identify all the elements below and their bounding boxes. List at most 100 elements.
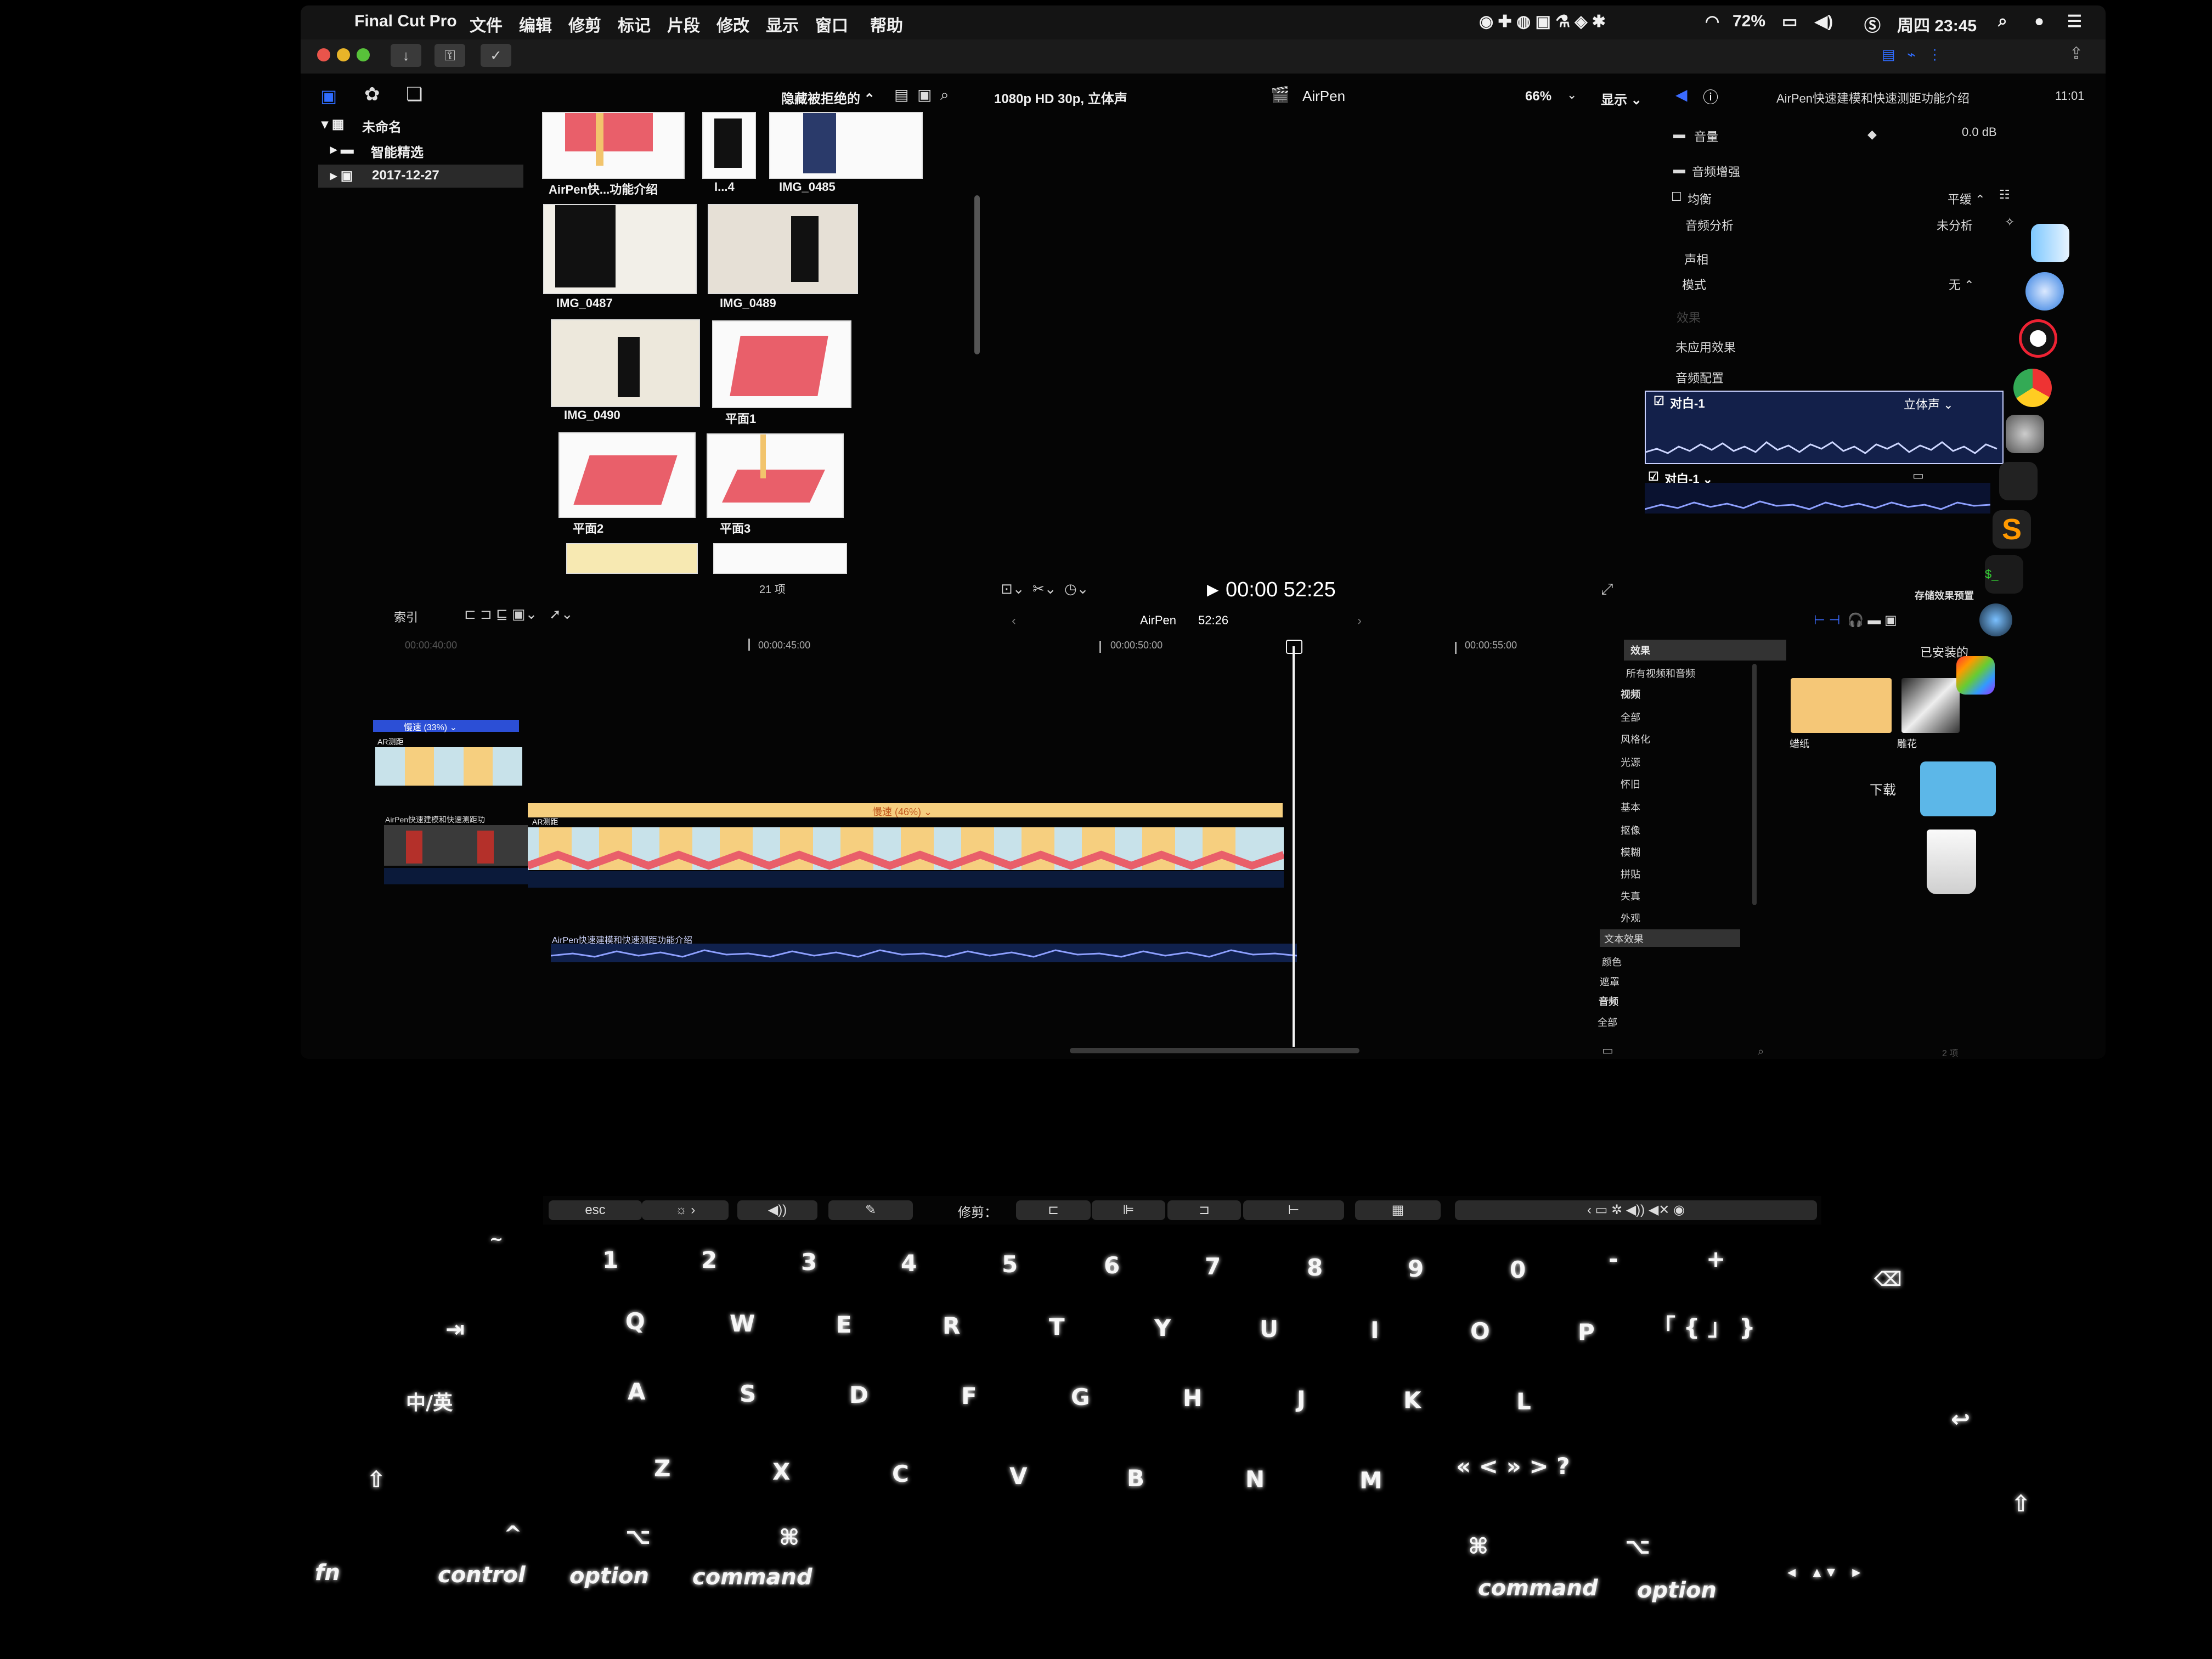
mode-value[interactable]: 无 ⌃ — [1949, 275, 1974, 293]
clip-thumbnail[interactable] — [707, 433, 844, 518]
key-p[interactable]: P — [1578, 1319, 1595, 1346]
clip-thumbnail[interactable] — [712, 320, 851, 408]
key-y[interactable]: Y — [1154, 1314, 1171, 1341]
key-6[interactable]: 6 — [1104, 1252, 1120, 1279]
effect-category[interactable]: 外观 — [1621, 911, 1640, 925]
edit-buttons-icon[interactable]: ⊏ ⊐ ⊑ ▣⌄ ➚⌄ — [464, 606, 573, 623]
input-source-icon[interactable]: Ⓢ — [1864, 12, 1881, 36]
timeline-scrollbar[interactable] — [1070, 1048, 1359, 1053]
audio-inspector-icon[interactable]: ◀ — [1675, 86, 1688, 104]
skimming-icons[interactable]: ⊢ ⊣ 🎧 ▬ ▣ — [1814, 612, 1897, 628]
safari-icon[interactable] — [2025, 272, 2064, 311]
effect-category[interactable]: 颜色 — [1602, 955, 1622, 969]
effects-scrollbar[interactable] — [1752, 664, 1757, 905]
playhead[interactable] — [1293, 646, 1295, 1047]
key-0[interactable]: 0 — [1510, 1256, 1526, 1283]
timeline-forward-icon[interactable]: › — [1357, 613, 1362, 629]
connected-clip-filmstrip[interactable] — [375, 747, 522, 786]
key-b[interactable]: B — [1127, 1465, 1144, 1492]
viewer-zoom[interactable]: 66% — [1525, 89, 1551, 104]
timeline-back-icon[interactable]: ‹ — [1012, 613, 1016, 629]
key-option-left[interactable]: option — [569, 1564, 649, 1589]
balance-value[interactable]: 平缓 ⌃ — [1948, 190, 1985, 207]
key-control[interactable]: control — [438, 1562, 526, 1588]
effect-category[interactable]: 怀旧 — [1621, 777, 1640, 791]
key-r[interactable]: R — [943, 1312, 960, 1339]
key-a[interactable]: A — [628, 1378, 646, 1405]
key-2[interactable]: 2 — [701, 1246, 717, 1273]
share-icon[interactable]: ⇪ — [2069, 44, 2083, 63]
event-name[interactable]: 2017-12-27 — [372, 168, 439, 183]
finder-icon[interactable] — [2031, 224, 2069, 262]
menu-clip[interactable]: 片段 — [667, 12, 700, 36]
clip-thumbnail[interactable] — [542, 112, 685, 179]
library-name[interactable]: 未命名 — [362, 116, 402, 136]
key-caps-lock[interactable]: 中/英 — [406, 1387, 453, 1415]
info-icon[interactable]: ⓘ — [1703, 86, 1718, 108]
menu-app[interactable]: Final Cut Pro — [354, 12, 457, 31]
siri-icon[interactable]: ● — [2034, 12, 2044, 31]
browser-scrollbar[interactable] — [974, 195, 980, 354]
effect-category[interactable]: 全部 — [1598, 1015, 1617, 1029]
track2-checkbox[interactable]: ☑ — [1648, 470, 1659, 484]
key-f[interactable]: F — [961, 1383, 977, 1409]
clip-thumbnail[interactable] — [713, 543, 847, 574]
touchbar-esc[interactable]: esc — [549, 1200, 642, 1220]
clip-thumbnail[interactable] — [702, 112, 756, 179]
track1-type[interactable]: 立体声 ⌄ — [1904, 395, 1954, 413]
touchbar-blade-icon[interactable]: ⊫ — [1092, 1200, 1165, 1220]
effects-search-icon[interactable]: ⌕ — [1758, 1046, 1764, 1058]
key-e[interactable]: E — [836, 1311, 852, 1338]
chrome-icon[interactable] — [2013, 369, 2052, 407]
track2-icon[interactable]: ▭ — [1912, 469, 1924, 483]
clip-thumbnail[interactable] — [769, 112, 923, 179]
notification-icon[interactable]: ☰ — [2067, 12, 2082, 31]
touchbar-brightness-icon[interactable]: ☼ › — [642, 1200, 729, 1220]
key-option-right[interactable]: option — [1637, 1578, 1717, 1603]
volume-value[interactable]: 0.0 dB — [1962, 125, 1997, 139]
key-minus[interactable]: - — [1609, 1245, 1618, 1272]
background-tasks-icon[interactable]: ✓ — [481, 44, 511, 67]
balance-checkbox[interactable]: ☐ — [1671, 190, 1682, 204]
key-z[interactable]: Z — [654, 1455, 670, 1482]
titles-icon[interactable]: ❏ — [406, 83, 422, 105]
keyframe-icon[interactable]: ◆ — [1867, 127, 1877, 142]
playhead-handle[interactable] — [1286, 640, 1302, 654]
layout-icons[interactable]: ▤ ⌁ ⋮ — [1882, 46, 1942, 63]
status-icons[interactable]: ◉ ✚ ◍ ▣ ⚗ ◈ ✱ — [1479, 12, 1606, 31]
trash-icon[interactable] — [1927, 830, 1976, 894]
menu-help[interactable]: 帮助 — [870, 12, 903, 36]
key-c[interactable]: C — [892, 1460, 909, 1487]
menu-view[interactable]: 显示 — [766, 12, 799, 36]
import-icon[interactable]: ↓ — [391, 44, 421, 67]
key-u[interactable]: U — [1260, 1316, 1278, 1342]
effect-category[interactable]: 抠像 — [1621, 823, 1640, 837]
activity-monitor-icon[interactable]: $_ — [1985, 555, 2023, 594]
window-close-button[interactable] — [317, 48, 330, 61]
effects-browser-toggle-icon[interactable] — [1979, 603, 2012, 636]
key-q[interactable]: Q — [625, 1308, 645, 1335]
smart-collection[interactable]: 智能精选 — [371, 142, 424, 161]
key-s[interactable]: S — [740, 1380, 756, 1407]
downloads-folder-icon[interactable] — [1920, 761, 1996, 816]
primary-clip-audio[interactable] — [384, 868, 529, 884]
clip-speed-label[interactable]: 慢速 (33%) ⌄ — [404, 720, 457, 733]
retime-speed-label[interactable]: 慢速 (46%) ⌄ — [872, 804, 932, 819]
effect-category[interactable]: 基本 — [1621, 800, 1640, 814]
key-9[interactable]: 9 — [1408, 1255, 1424, 1282]
key-d[interactable]: D — [849, 1381, 868, 1408]
key-w[interactable]: W — [730, 1310, 755, 1337]
key-h[interactable]: H — [1183, 1385, 1202, 1412]
key-command-left[interactable]: command — [692, 1565, 812, 1590]
key-command-right[interactable]: command — [1478, 1576, 1598, 1601]
touchbar-control-strip[interactable]: ‹ ▭ ✲ ◀)) ◀✕ ◉ — [1455, 1200, 1817, 1220]
terminal-icon[interactable] — [1999, 462, 2038, 500]
key-k[interactable]: K — [1403, 1387, 1421, 1414]
libraries-icon[interactable]: ▣ — [320, 86, 337, 106]
key-m[interactable]: M — [1359, 1467, 1383, 1494]
system-preferences-icon[interactable] — [2006, 415, 2044, 453]
key-1[interactable]: 1 — [602, 1246, 618, 1273]
key-tab[interactable]: ⇥ — [445, 1316, 465, 1342]
touchbar-append-icon[interactable]: ⊢ — [1243, 1200, 1344, 1220]
key-4[interactable]: 4 — [901, 1250, 917, 1277]
